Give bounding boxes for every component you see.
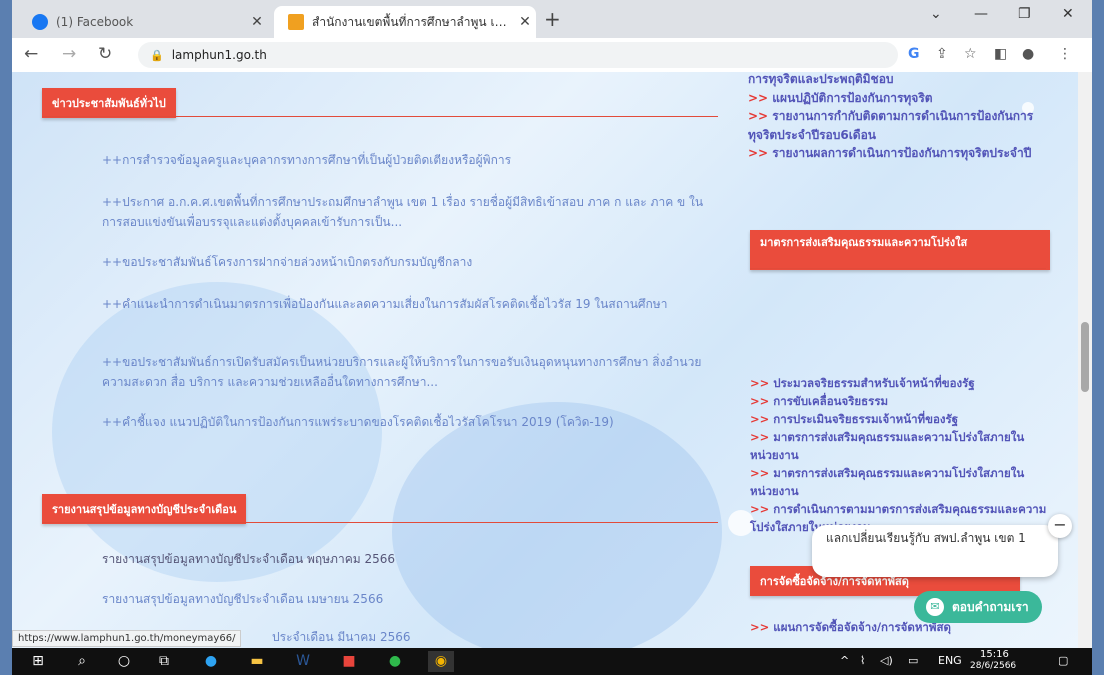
news-item[interactable]: ++คำแนะนำการดำเนินมาตรการเพื่อป้องกันและ… <box>102 294 712 314</box>
right-link[interactable]: >> ประมวลจริยธรรมสำหรับเจ้าหน้าที่ของรัฐ <box>750 374 1050 392</box>
search-icon[interactable]: ⌕ <box>70 651 94 672</box>
tab-title: สำนักงานเขตพื้นที่การศึกษาลำพูน เขต 1 <box>312 14 514 29</box>
report-item[interactable]: รายงานสรุปข้อมูลทางบัญชีประจำเดือน เมษาย… <box>102 589 712 609</box>
news-item[interactable]: ++การสำรวจข้อมูลครูและบุคลากรทางการศึกษา… <box>102 150 712 170</box>
close-window-icon[interactable]: ✕ <box>1062 6 1074 22</box>
windows-start-icon[interactable]: ⊞ <box>26 651 50 672</box>
right-link[interactable]: >> แผนปฏิบัติการป้องกันการทุจริต <box>748 89 1048 108</box>
messenger-icon: ✉ <box>926 598 944 616</box>
new-tab-icon[interactable]: + <box>544 7 561 31</box>
url-field[interactable]: 🔒 lamphun1.go.th <box>138 42 898 68</box>
office-icon[interactable]: ■ <box>336 651 362 672</box>
ethics-heading: มาตรการส่งเสริมคุณธรรมและความโปร่งใส <box>750 230 1050 270</box>
back-icon[interactable]: ← <box>24 44 38 64</box>
arrow-icon: >> <box>750 620 770 634</box>
arrow-icon: >> <box>750 394 770 408</box>
scrollbar-thumb[interactable] <box>1081 322 1089 392</box>
profile-avatar-icon[interactable]: ● <box>1022 46 1034 62</box>
clock-time[interactable]: 15:16 <box>980 649 1009 660</box>
chrome-icon[interactable]: ◉ <box>428 651 454 672</box>
share-icon[interactable]: ⇪ <box>936 46 948 62</box>
right-top-list: การทุจริตและประพฤติมิชอบ >> แผนปฏิบัติกา… <box>748 72 1048 163</box>
news-item[interactable]: ++ขอประชาสัมพันธ์การเปิดรับสมัครเป็นหน่ว… <box>102 352 712 392</box>
close-tab-icon[interactable]: ✕ <box>246 14 268 30</box>
arrow-icon: >> <box>750 430 770 444</box>
chat-close-icon[interactable]: − <box>1048 514 1072 538</box>
language-indicator[interactable]: ENG <box>938 654 962 667</box>
restore-icon[interactable]: ❐ <box>1018 6 1031 22</box>
arrow-icon: >> <box>750 502 770 516</box>
reload-icon[interactable]: ↻ <box>98 44 112 64</box>
background-shape <box>392 402 722 648</box>
right-link[interactable]: >> มาตรการส่งเสริมคุณธรรมและความโปร่งใสภ… <box>750 464 1050 500</box>
line-icon[interactable]: ● <box>382 651 408 672</box>
arrow-icon: >> <box>750 412 770 426</box>
right-link[interactable]: >> มาตรการส่งเสริมคุณธรรมและความโปร่งใสภ… <box>750 428 1050 464</box>
heading-divider <box>42 522 718 523</box>
notifications-icon[interactable]: ▢ <box>1058 654 1068 667</box>
heading-divider <box>750 268 1046 269</box>
edge-icon[interactable]: ● <box>198 651 224 672</box>
news-item[interactable]: ++คำชี้แจง แนวปฏิบัติในการป้องกันการแพร่… <box>102 412 712 432</box>
bookmark-star-icon[interactable]: ☆ <box>964 46 977 62</box>
status-url: https://www.lamphun1.go.th/moneymay66/ <box>12 630 242 647</box>
right-link[interactable]: >> รายงานการกำกับติดตามการดำเนินการป้องก… <box>748 107 1048 144</box>
chat-bubble[interactable]: แลกเปลี่ยนเรียนรู้กับ สพป.ลำพูน เขต 1 <box>812 525 1058 577</box>
news-heading: ข่าวประชาสัมพันธ์ทั่วไป <box>42 88 176 118</box>
report-heading: รายงานสรุปข้อมูลทางบัญชีประจำเดือน <box>42 494 247 524</box>
chat-button[interactable]: ✉ ตอบคำถามเรา <box>914 591 1042 623</box>
arrow-icon: >> <box>750 466 770 480</box>
volume-icon[interactable]: ◁) <box>880 654 893 667</box>
tray-chevron-icon[interactable]: ^ <box>840 654 849 667</box>
tab-search-icon[interactable]: ⌄ <box>930 6 942 22</box>
right-link[interactable]: การทุจริตและประพฤติมิชอบ <box>748 72 1048 89</box>
url-text: lamphun1.go.th <box>171 48 267 62</box>
tab-lamphun[interactable]: สำนักงานเขตพื้นที่การศึกษาลำพูน เขต 1 ✕ <box>274 6 536 38</box>
address-bar: ← → ↻ 🔒 lamphun1.go.th G ⇪ ☆ ◧ ● ⋮ <box>12 38 1092 73</box>
news-item[interactable]: ++ประกาศ อ.ก.ค.ศ.เขตพื้นที่การศึกษาประถม… <box>102 192 712 232</box>
file-explorer-icon[interactable]: ▬ <box>244 651 270 672</box>
network-icon[interactable]: ⌇ <box>860 654 865 667</box>
menu-kebab-icon[interactable]: ⋮ <box>1058 46 1072 62</box>
right-link[interactable]: >> การประเมินจริยธรรมเจ้าหน้าที่ของรัฐ <box>750 410 1050 428</box>
report-item[interactable]: รายงานสรุปข้อมูลทางบัญชีประจำเดือน พฤษภา… <box>102 549 712 569</box>
side-panel-icon[interactable]: ◧ <box>994 46 1007 62</box>
minimize-icon[interactable]: — <box>974 6 988 22</box>
background-shape <box>52 282 382 582</box>
word-icon[interactable]: W <box>290 651 316 672</box>
right-link[interactable]: >> รายงานผลการดำเนินการป้องกันการทุจริตป… <box>748 144 1048 163</box>
site-logo-icon <box>288 14 304 30</box>
task-view-icon[interactable]: ⧉ <box>152 651 176 672</box>
right-link[interactable]: >> การขับเคลื่อนจริยธรรม <box>750 392 1050 410</box>
news-item[interactable]: ++ขอประชาสัมพันธ์โครงการฝากจ่ายล่วงหน้าเ… <box>102 252 712 272</box>
scrollbar[interactable] <box>1078 72 1092 648</box>
forward-icon[interactable]: → <box>62 44 76 64</box>
lock-icon: 🔒 <box>150 48 164 62</box>
heading-divider <box>42 116 718 117</box>
close-tab-icon[interactable]: ✕ <box>514 14 536 30</box>
keyboard-icon[interactable]: ▭ <box>908 654 918 667</box>
tab-title: (1) Facebook <box>56 15 134 29</box>
clock-date[interactable]: 28/6/2566 <box>970 661 1016 671</box>
cortana-icon[interactable]: ○ <box>112 651 136 672</box>
facebook-icon <box>32 14 48 30</box>
ethics-list: >> ประมวลจริยธรรมสำหรับเจ้าหน้าที่ของรัฐ… <box>750 374 1050 536</box>
google-icon[interactable]: G <box>908 46 920 62</box>
tab-facebook[interactable]: (1) Facebook ✕ <box>18 6 268 38</box>
chat-button-label: ตอบคำถามเรา <box>952 599 1029 614</box>
tab-bar: (1) Facebook ✕ สำนักงานเขตพื้นที่การศึกษ… <box>12 0 1092 38</box>
browser-window: (1) Facebook ✕ สำนักงานเขตพื้นที่การศึกษ… <box>12 0 1092 648</box>
arrow-icon: >> <box>750 376 770 390</box>
windows-taskbar: ⊞ ⌕ ○ ⧉ ● ▬ W ■ ● ◉ ^ ⌇ ◁) ▭ ENG 15:16 2… <box>12 648 1092 675</box>
